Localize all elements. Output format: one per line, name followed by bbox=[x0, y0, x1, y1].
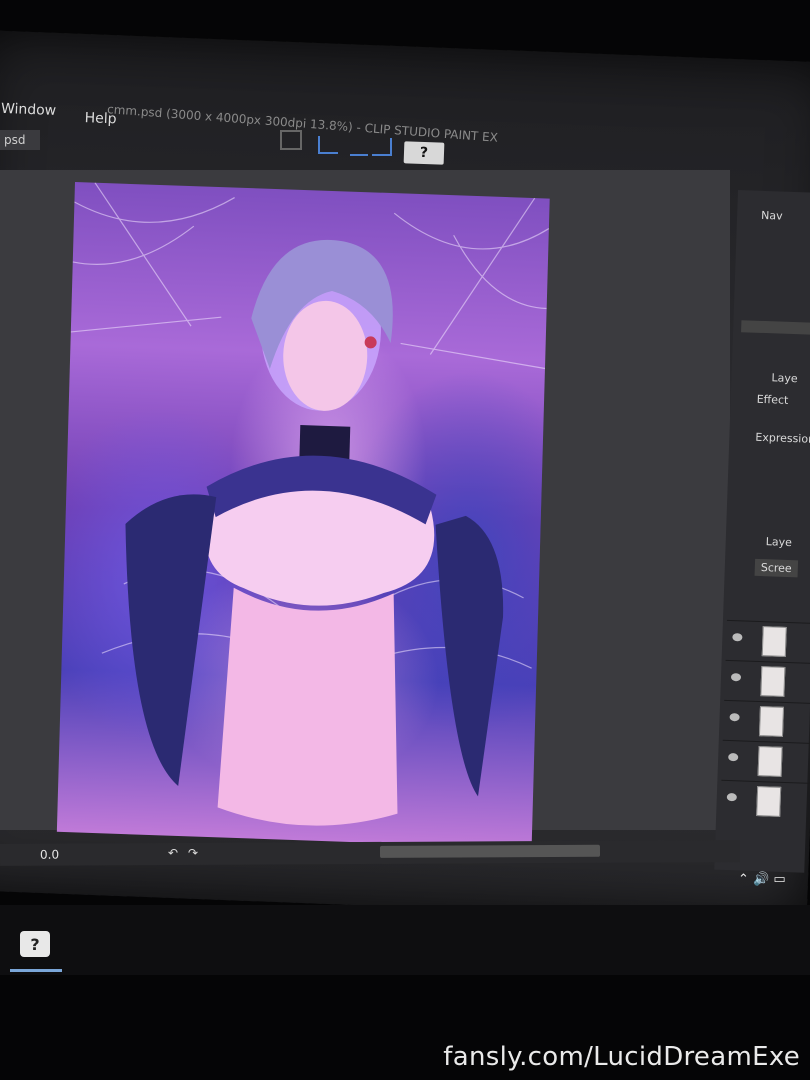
volume-icon[interactable]: 🔊 bbox=[753, 872, 769, 887]
status-bar: 0.0 ↶ ↷ bbox=[0, 840, 741, 866]
layer-row[interactable] bbox=[720, 779, 810, 820]
layer-thumbnail bbox=[758, 706, 784, 737]
rotate-right-icon[interactable]: ↷ bbox=[188, 846, 198, 860]
snap-icon[interactable] bbox=[350, 138, 368, 156]
artwork-canvas[interactable] bbox=[56, 182, 550, 849]
expression-label: Expression bbox=[755, 430, 810, 446]
taskbar-app-button[interactable]: ? bbox=[10, 925, 62, 972]
eye-icon[interactable] bbox=[730, 673, 742, 682]
question-icon: ? bbox=[419, 144, 429, 162]
layer-property-tab[interactable]: Laye bbox=[771, 371, 798, 385]
eye-icon[interactable] bbox=[729, 713, 740, 722]
document-tab[interactable]: psd bbox=[0, 130, 40, 150]
artwork-illustration bbox=[70, 182, 550, 826]
chevron-up-icon[interactable]: ⌃ bbox=[738, 872, 749, 887]
rotate-left-icon[interactable]: ↶ bbox=[168, 846, 178, 860]
help-button[interactable]: ? bbox=[403, 141, 445, 165]
eye-icon[interactable] bbox=[726, 792, 737, 802]
menu-window[interactable]: Window bbox=[1, 101, 57, 119]
eye-icon[interactable] bbox=[728, 753, 739, 762]
system-tray: ⌃ 🔊 ▭ bbox=[738, 872, 786, 887]
horizontal-scrollbar[interactable] bbox=[379, 844, 601, 858]
layer-row[interactable] bbox=[721, 739, 810, 780]
eye-icon[interactable] bbox=[732, 633, 743, 642]
slider-track[interactable] bbox=[741, 320, 810, 335]
layer-thumbnail bbox=[761, 626, 787, 657]
ruler-icon[interactable] bbox=[318, 136, 338, 154]
zoom-readout[interactable]: 0.0 bbox=[40, 848, 59, 862]
navigator-tab[interactable]: Nav bbox=[761, 209, 783, 223]
blend-mode-select[interactable]: Scree bbox=[754, 558, 798, 578]
layer-thumbnail bbox=[756, 786, 782, 817]
layer-row[interactable] bbox=[722, 699, 810, 740]
effect-label: Effect bbox=[756, 392, 789, 407]
network-icon[interactable]: ▭ bbox=[773, 872, 785, 887]
layer-row[interactable] bbox=[725, 619, 810, 660]
layer-panel-tab[interactable]: Laye bbox=[766, 535, 793, 549]
layer-thumbnail bbox=[757, 746, 783, 777]
taskbar: ? bbox=[0, 905, 810, 975]
watermark: fansly.com/LucidDreamExe bbox=[443, 1042, 800, 1072]
layer-row[interactable] bbox=[724, 659, 810, 700]
clip-studio-icon: ? bbox=[20, 931, 50, 957]
canvas-icon[interactable] bbox=[280, 130, 302, 150]
layer-thumbnail bbox=[760, 666, 786, 697]
grid-icon[interactable] bbox=[372, 138, 392, 156]
